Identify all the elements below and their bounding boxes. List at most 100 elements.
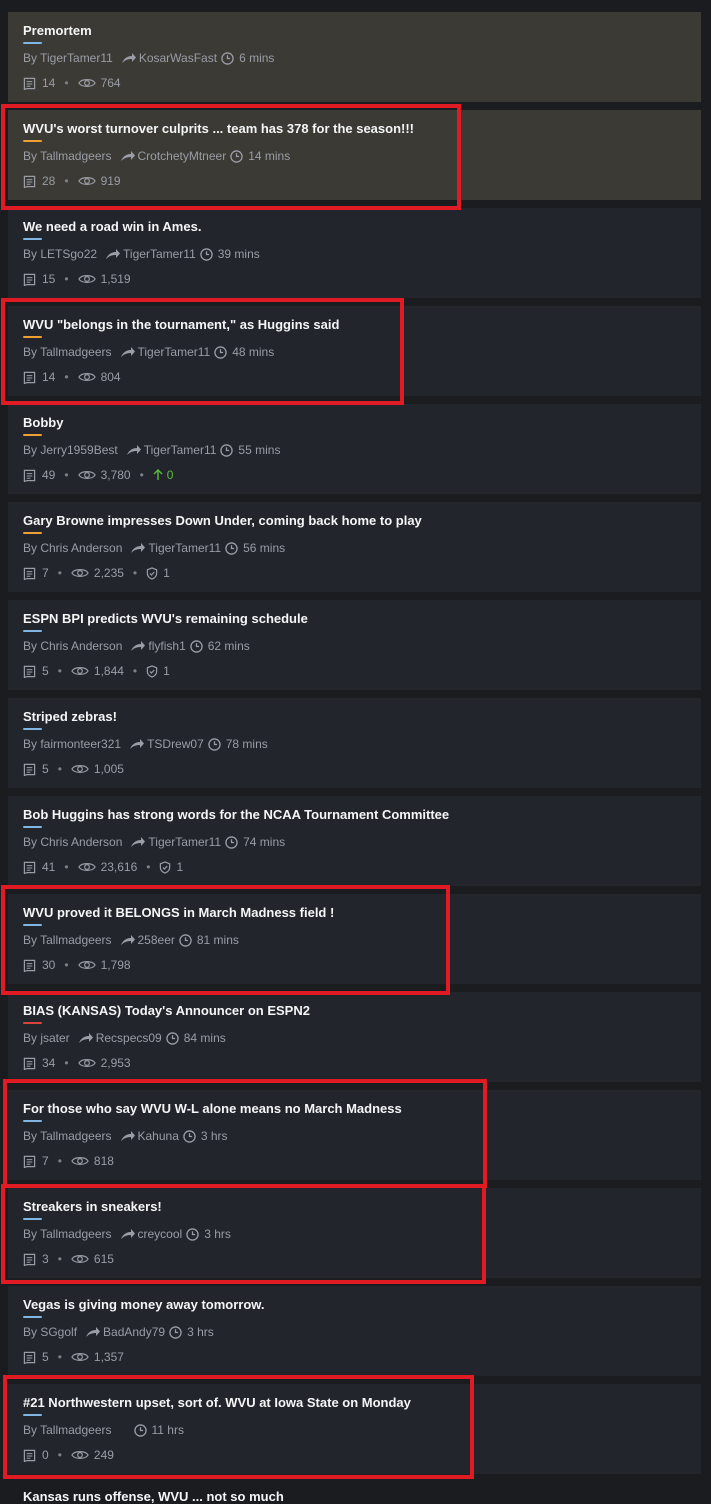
clock-icon <box>190 639 203 653</box>
thread-item[interactable]: Bobby By Jerry1959Best TigerTamer11 55 mins… <box>8 404 701 494</box>
thread-stats: 41 • 23,616 • 1 <box>23 859 686 875</box>
last-reply-user[interactable]: BadAndy79 <box>103 1324 165 1340</box>
comment-icon <box>23 1351 36 1364</box>
thread-author[interactable]: By Tallmadgeers <box>23 148 112 164</box>
thread-author[interactable]: By Chris Anderson <box>23 638 122 654</box>
comment-count: 14 <box>42 370 56 384</box>
view-count: 1,005 <box>93 762 124 776</box>
partial-thread-title[interactable]: Kansas runs offense, WVU ... not so much <box>23 1489 284 1504</box>
thread-title[interactable]: ESPN BPI predicts WVU's remaining schedu… <box>23 611 686 627</box>
view-count: 615 <box>93 1252 114 1266</box>
thread-stats: 28 • 919 <box>23 173 686 189</box>
last-reply-user[interactable]: Kahuna <box>138 1128 179 1144</box>
thread-title[interactable]: #21 Northwestern upset, sort of. WVU at … <box>23 1395 686 1411</box>
separator-dot: • <box>139 468 144 482</box>
view-count: 919 <box>100 174 121 188</box>
thread-item[interactable]: Premortem By TigerTamer11 KosarWasFast 6 mi… <box>8 12 701 102</box>
thread-time: 3 hrs <box>187 1325 214 1339</box>
eye-icon <box>71 765 89 773</box>
separator-dot: • <box>57 566 62 580</box>
thread-author[interactable]: By jsater <box>23 1030 70 1046</box>
last-reply-user[interactable]: KosarWasFast <box>139 50 217 66</box>
thread-item[interactable]: WVU proved it BELONGS in March Madness f… <box>8 894 701 984</box>
thread-title[interactable]: Premortem <box>23 23 686 39</box>
thread-title[interactable]: We need a road win in Ames. <box>23 219 686 235</box>
thread-meta: By Chris Anderson TigerTamer11 74 mins <box>23 834 686 850</box>
reply-arrow-icon <box>120 1131 135 1141</box>
last-reply-user[interactable]: 258eer <box>138 932 175 948</box>
thread-author[interactable]: By Tallmadgeers <box>23 1422 112 1438</box>
title-underline <box>23 728 42 730</box>
thread-author[interactable]: By Jerry1959Best <box>23 442 118 458</box>
comment-count: 5 <box>42 762 49 776</box>
eye-icon <box>77 79 96 87</box>
thread-author[interactable]: By SGgolf <box>23 1324 77 1340</box>
thread-stats: 5 • 1,357 <box>23 1349 686 1365</box>
comment-count: 28 <box>42 174 56 188</box>
last-reply-user[interactable]: TigerTamer11 <box>138 344 211 360</box>
thread-stats: 3 • 615 <box>23 1251 686 1267</box>
thread-item[interactable]: Gary Browne impresses Down Under, coming… <box>8 502 701 592</box>
thread-meta: By Tallmadgeers 11 hrs <box>23 1422 686 1438</box>
thread-author[interactable]: By fairmonteer321 <box>23 736 121 752</box>
clock-icon <box>200 247 213 261</box>
eye-icon <box>71 1353 89 1361</box>
thread-title[interactable]: BIAS (KANSAS) Today's Announcer on ESPN2 <box>23 1003 686 1019</box>
thread-title[interactable]: Gary Browne impresses Down Under, coming… <box>23 513 686 529</box>
thread-author[interactable]: By Tallmadgeers <box>23 1226 112 1242</box>
reply-arrow-icon <box>78 1033 93 1043</box>
thread-item[interactable]: ESPN BPI predicts WVU's remaining schedu… <box>8 600 701 690</box>
thread-item[interactable]: WVU "belongs in the tournament," as Hugg… <box>8 306 701 396</box>
thread-title[interactable]: Bob Huggins has strong words for the NCA… <box>23 807 686 823</box>
badge-count: 1 <box>163 664 170 678</box>
eye-icon <box>77 177 96 185</box>
thread-author[interactable]: By Chris Anderson <box>23 540 122 556</box>
thread-item[interactable]: Striped zebras! By fairmonteer321 TSDrew07… <box>8 698 701 788</box>
thread-title[interactable]: Streakers in sneakers! <box>23 1199 686 1215</box>
last-reply-user[interactable]: TSDrew07 <box>147 736 204 752</box>
comment-count: 41 <box>42 860 56 874</box>
reply-arrow-icon <box>130 739 145 749</box>
thread-author[interactable]: By TigerTamer11 <box>23 50 113 66</box>
last-reply-user[interactable]: creycool <box>138 1226 183 1242</box>
thread-item[interactable]: For those who say WVU W-L alone means no… <box>8 1090 701 1180</box>
thread-time: 39 mins <box>217 247 260 261</box>
thread-item[interactable]: Bob Huggins has strong words for the NCA… <box>8 796 701 886</box>
thread-item[interactable]: Streakers in sneakers! By Tallmadgeers cre… <box>8 1188 701 1278</box>
last-reply-user[interactable]: TigerTamer11 <box>123 246 196 262</box>
reply-arrow-icon <box>120 935 135 945</box>
thread-item[interactable]: WVU's worst turnover culprits ... team h… <box>8 110 701 200</box>
last-reply-user[interactable]: TigerTamer11 <box>144 442 217 458</box>
last-reply-user[interactable]: TigerTamer11 <box>148 540 221 556</box>
thread-item[interactable]: We need a road win in Ames. By LETSgo22 Ti… <box>8 208 701 298</box>
thread-stats: 7 • 2,235 • 1 <box>23 565 686 581</box>
thread-author[interactable]: By Tallmadgeers <box>23 344 112 360</box>
shield-icon <box>146 664 158 678</box>
clock-icon <box>133 1423 147 1437</box>
thread-title[interactable]: WVU's worst turnover culprits ... team h… <box>23 121 686 137</box>
thread-title[interactable]: Vegas is giving money away tomorrow. <box>23 1297 686 1313</box>
last-reply-user[interactable]: CrotchetyMtneer <box>138 148 227 164</box>
thread-title[interactable]: Bobby <box>23 415 686 431</box>
last-reply-user[interactable]: flyfish1 <box>148 638 185 654</box>
thread-author[interactable]: By LETSgo22 <box>23 246 97 262</box>
last-reply-user[interactable]: Recspecs09 <box>96 1030 162 1046</box>
reply-arrow-icon <box>131 543 146 553</box>
thread-author[interactable]: By Tallmadgeers <box>23 1128 112 1144</box>
thread-time: 78 mins <box>225 737 268 751</box>
thread-meta: By Tallmadgeers CrotchetyMtneer 14 mins <box>23 148 686 164</box>
reply-arrow-icon <box>131 641 146 651</box>
clock-icon <box>214 345 227 359</box>
title-underline <box>23 1414 42 1416</box>
thread-title[interactable]: WVU proved it BELONGS in March Madness f… <box>23 905 686 921</box>
last-reply-user[interactable]: TigerTamer11 <box>148 834 221 850</box>
comment-count: 14 <box>42 76 56 90</box>
thread-item[interactable]: #21 Northwestern upset, sort of. WVU at … <box>8 1384 701 1474</box>
thread-title[interactable]: WVU "belongs in the tournament," as Hugg… <box>23 317 686 333</box>
thread-item[interactable]: BIAS (KANSAS) Today's Announcer on ESPN2… <box>8 992 701 1082</box>
thread-author[interactable]: By Tallmadgeers <box>23 932 112 948</box>
thread-title[interactable]: For those who say WVU W-L alone means no… <box>23 1101 686 1117</box>
thread-author[interactable]: By Chris Anderson <box>23 834 122 850</box>
thread-item[interactable]: Vegas is giving money away tomorrow. By S… <box>8 1286 701 1376</box>
thread-title[interactable]: Striped zebras! <box>23 709 686 725</box>
